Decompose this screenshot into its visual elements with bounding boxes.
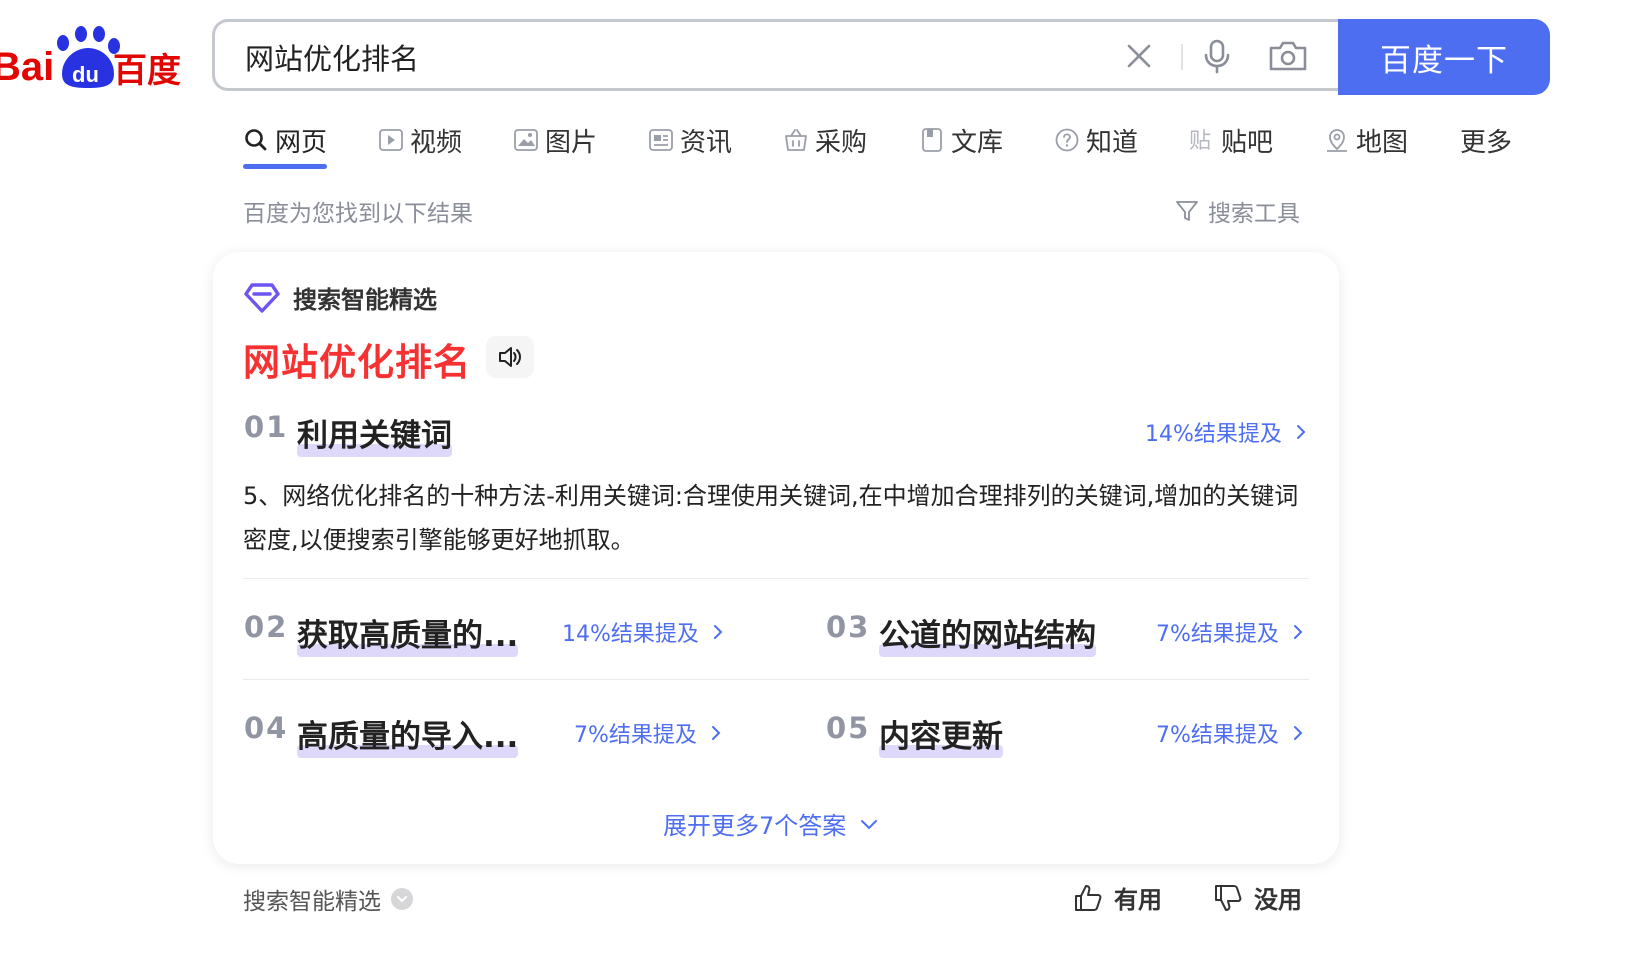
divider	[243, 578, 1309, 579]
tab-map[interactable]: 地图	[1324, 120, 1408, 160]
tab-video[interactable]: 视频	[378, 120, 462, 160]
thumbs-down-icon	[1215, 884, 1242, 911]
tab-label: 更多	[1460, 127, 1513, 158]
card-label: 搜索智能精选	[243, 280, 437, 315]
chevron-down-icon	[861, 819, 878, 829]
tab-label: 贴吧	[1221, 127, 1274, 158]
thumbs-up-icon	[1075, 884, 1102, 911]
map-icon	[1324, 127, 1350, 153]
mention-link[interactable]: 14%结果提及	[562, 616, 727, 648]
tab-zhidao[interactable]: 知道	[1054, 120, 1138, 160]
mention-text: 14%结果提及	[1145, 422, 1282, 447]
svg-text:贴: 贴	[1189, 129, 1211, 153]
item-title-text: 内容更新	[879, 719, 1003, 755]
logo-text-du: du	[72, 62, 99, 87]
dropdown-icon[interactable]	[391, 888, 413, 910]
card-label-text: 搜索智能精选	[293, 286, 437, 314]
mention-link[interactable]: 14%结果提及	[1145, 416, 1310, 448]
read-aloud-button[interactable]	[486, 336, 534, 378]
item-title-text: 获取高质量的...	[297, 618, 519, 654]
useful-label: 有用	[1114, 886, 1162, 914]
item-title[interactable]: 公道的网站结构	[879, 610, 1096, 657]
tab-label: 图片	[545, 127, 598, 158]
smart-answer-card: 搜索智能精选 网站优化排名 01 利用关键词 14%结果提及 5、网络优化排名的…	[213, 252, 1339, 864]
search-icon	[243, 127, 269, 153]
chevron-right-icon	[1293, 726, 1303, 740]
divider	[1181, 44, 1183, 70]
search-button[interactable]: 百度一下	[1338, 19, 1550, 95]
clear-icon[interactable]	[1121, 38, 1157, 74]
mention-link[interactable]: 7%结果提及	[1156, 717, 1307, 749]
tab-web[interactable]: 网页	[243, 120, 327, 160]
item-title[interactable]: 利用关键词	[297, 410, 452, 457]
item-number: 04	[244, 711, 289, 745]
useful-button[interactable]: 有用	[1072, 880, 1162, 915]
expand-label: 展开更多7个答案	[663, 812, 847, 840]
tab-label: 地图	[1356, 127, 1409, 158]
useless-button[interactable]: 没用	[1212, 880, 1302, 915]
tab-label: 文库	[951, 127, 1004, 158]
search-input[interactable]	[243, 36, 1047, 78]
active-tab-indicator	[243, 164, 327, 169]
tab-label: 视频	[410, 127, 463, 158]
result-count: 百度为您找到以下结果	[243, 201, 473, 227]
item-title-text: 利用关键词	[297, 418, 452, 454]
chevron-right-icon	[1296, 425, 1306, 439]
chevron-right-icon	[1293, 625, 1303, 639]
video-icon	[378, 127, 404, 153]
diamond-icon	[244, 282, 280, 313]
tab-news[interactable]: 资讯	[648, 120, 732, 160]
divider	[243, 679, 1309, 680]
tab-label: 网页	[275, 127, 328, 158]
speaker-icon	[499, 347, 521, 367]
logo-text-bai: Bai	[0, 45, 54, 89]
logo-text-cn: 百度	[113, 51, 181, 91]
news-icon	[648, 127, 674, 153]
useless-label: 没用	[1254, 886, 1302, 914]
mention-text: 7%结果提及	[574, 723, 697, 748]
image-icon	[513, 127, 539, 153]
search-tools-button[interactable]: 搜索工具	[1174, 194, 1300, 228]
tab-label: 知道	[1086, 127, 1139, 158]
basket-icon	[783, 127, 809, 153]
footer-source: 搜索智能精选	[243, 882, 413, 916]
item-number: 02	[244, 610, 289, 644]
item-number: 05	[826, 711, 871, 745]
tieba-icon: 贴	[1189, 127, 1215, 153]
tab-label: 资讯	[680, 127, 733, 158]
tab-shopping[interactable]: 采购	[783, 120, 867, 160]
tab-label: 采购	[815, 127, 868, 158]
item-title[interactable]: 高质量的导入...	[297, 711, 519, 758]
search-tools-label: 搜索工具	[1208, 201, 1300, 227]
question-icon	[1054, 127, 1080, 153]
mention-text: 14%结果提及	[562, 622, 699, 647]
item-number: 01	[244, 410, 289, 444]
filter-icon	[1176, 201, 1198, 221]
item-title-text: 公道的网站结构	[879, 618, 1096, 654]
mention-text: 7%结果提及	[1156, 622, 1279, 647]
mention-link[interactable]: 7%结果提及	[574, 717, 725, 749]
document-icon	[919, 127, 945, 153]
chevron-right-icon	[711, 726, 721, 740]
expand-more-button[interactable]: 展开更多7个答案	[663, 806, 880, 841]
mention-text: 7%结果提及	[1156, 723, 1279, 748]
card-title[interactable]: 网站优化排名	[243, 332, 471, 386]
tab-images[interactable]: 图片	[513, 120, 597, 160]
item-title[interactable]: 获取高质量的...	[297, 610, 519, 657]
tab-library[interactable]: 文库	[919, 120, 1003, 160]
mention-link[interactable]: 7%结果提及	[1156, 616, 1307, 648]
item-title[interactable]: 内容更新	[879, 711, 1003, 758]
item-number: 03	[826, 610, 871, 644]
item-summary: 5、网络优化排名的十种方法-利用关键词:合理使用关键词,在中增加合理排列的关键词…	[243, 482, 1299, 554]
microphone-icon[interactable]	[1199, 38, 1235, 74]
camera-icon[interactable]	[1267, 38, 1309, 74]
baidu-logo[interactable]: Bai du 百度	[0, 22, 190, 92]
footer-source-label: 搜索智能精选	[243, 889, 381, 915]
chevron-right-icon	[713, 625, 723, 639]
item-title-text: 高质量的导入...	[297, 719, 519, 755]
tab-tieba[interactable]: 贴 贴吧	[1189, 120, 1273, 160]
tab-more[interactable]: 更多	[1460, 120, 1512, 160]
search-box	[212, 19, 1338, 91]
